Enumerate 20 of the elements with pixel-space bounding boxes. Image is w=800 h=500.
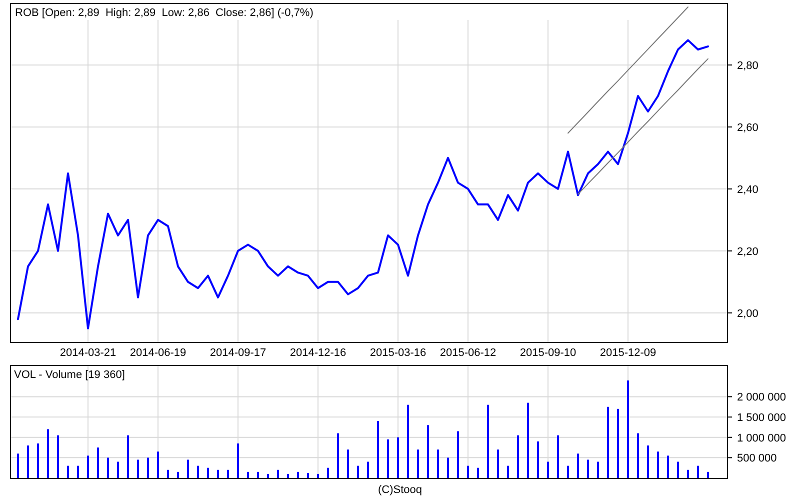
x-axis-label: 2014-06-19 — [130, 347, 186, 359]
y-axis-label: 2,40 — [737, 184, 758, 196]
x-axis-label: 2014-03-21 — [60, 347, 116, 359]
chart-title: VOL - Volume [19 360] — [14, 369, 125, 381]
chart-title: ROB [Open: 2,89 High: 2,89 Low: 2,86 Close: 2,86] (-0,7%) — [15, 7, 314, 19]
y-axis-label: 500 000 — [737, 452, 777, 465]
x-axis-label: 2015-03-16 — [370, 347, 426, 359]
y-axis-label: 2 000 000 — [737, 392, 786, 404]
y-axis-label: 2,20 — [737, 246, 758, 258]
y-axis-label: 2,00 — [737, 308, 758, 320]
x-axis-label: 2014-12-16 — [290, 347, 346, 359]
x-axis-label: 2015-09-10 — [520, 347, 576, 359]
x-axis-label: 2015-06-12 — [440, 347, 496, 359]
x-axis-label: 2015-12-09 — [600, 347, 656, 359]
y-axis-label: 2,60 — [737, 122, 758, 134]
x-axis-label: 2014-09-17 — [210, 347, 266, 359]
copyright-text: (C)Stooq — [378, 484, 422, 496]
y-axis-label: 1 500 000 — [737, 412, 786, 424]
y-axis-label: 2,80 — [737, 60, 758, 72]
y-axis-label: 1 000 000 — [737, 432, 786, 444]
